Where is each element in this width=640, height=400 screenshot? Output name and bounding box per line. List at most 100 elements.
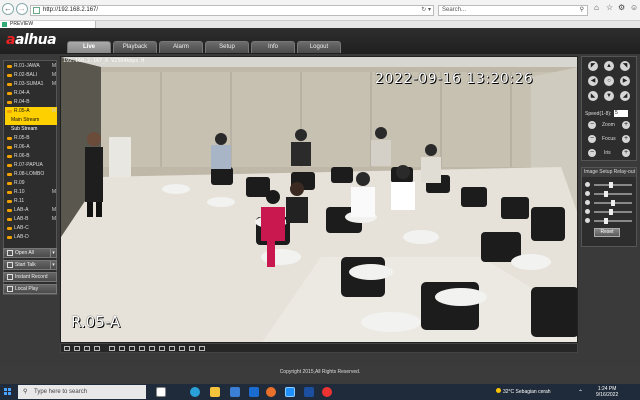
- layout-4-icon[interactable]: [84, 346, 90, 351]
- fullscreen-icon[interactable]: [64, 346, 70, 351]
- focus-far-icon[interactable]: +: [622, 135, 630, 143]
- camera-item[interactable]: R.01-JAWA M: [5, 62, 57, 71]
- file-explorer-icon[interactable]: [210, 387, 220, 397]
- tray-icons[interactable]: ⌃: [578, 389, 583, 396]
- image-setup-tab[interactable]: Image Setup: [584, 169, 612, 175]
- ptz-down-icon[interactable]: ▼: [604, 91, 614, 101]
- fluency-icon[interactable]: [179, 346, 185, 351]
- back-icon[interactable]: ←: [2, 3, 14, 15]
- layout-1-icon[interactable]: [74, 346, 80, 351]
- gear-icon[interactable]: ⚙: [618, 3, 625, 12]
- camera-item[interactable]: R.07-PAPUA: [5, 161, 57, 170]
- fit-icon[interactable]: [159, 346, 165, 351]
- open-all-button[interactable]: Open All ▾: [3, 248, 57, 258]
- camera-item[interactable]: LAB-A M: [5, 206, 57, 215]
- camera-item[interactable]: R.10 M: [5, 188, 57, 197]
- snapshot-icon[interactable]: [119, 346, 125, 351]
- slider-knob[interactable]: [609, 209, 614, 215]
- layout-16-icon[interactable]: [109, 346, 115, 351]
- ptz-up-icon[interactable]: ▲: [604, 61, 614, 71]
- camera-item[interactable]: LAB-D: [5, 233, 57, 242]
- layout-9-icon[interactable]: [94, 346, 100, 351]
- internet-explorer-icon[interactable]: [285, 387, 295, 397]
- chevron-down-icon[interactable]: ▾: [50, 261, 56, 269]
- ptz-left-icon[interactable]: ◀: [588, 76, 598, 86]
- focus-near-icon[interactable]: −: [588, 135, 596, 143]
- zoom-out-icon[interactable]: −: [588, 121, 596, 129]
- ptz-right-icon[interactable]: ▶: [620, 76, 630, 86]
- tab-info[interactable]: Info: [251, 41, 295, 53]
- camera-item[interactable]: R.06-A: [5, 143, 57, 152]
- instant-record-button[interactable]: Instant Record: [3, 272, 57, 282]
- chrome-icon[interactable]: [322, 387, 332, 397]
- slider-knob[interactable]: [609, 182, 614, 188]
- camera-item[interactable]: R.04-A: [5, 89, 57, 98]
- camera-item[interactable]: R.11: [5, 197, 57, 206]
- ptz-center-icon[interactable]: ○: [604, 76, 614, 86]
- refresh-icon[interactable]: ↻ ▾: [421, 6, 431, 15]
- tab-logout[interactable]: Logout: [297, 41, 341, 53]
- contrast-slider[interactable]: [585, 190, 635, 198]
- taskbar-clock[interactable]: 1:24 PM 9/16/2022: [596, 386, 618, 398]
- address-bar[interactable]: http://192.168.2.167/ ↻ ▾: [30, 5, 434, 16]
- firefox-icon[interactable]: [266, 387, 276, 397]
- relay-out-tab[interactable]: Relay-out: [614, 168, 635, 177]
- forward-icon[interactable]: →: [16, 3, 28, 15]
- edge-icon[interactable]: [190, 387, 200, 397]
- camera-item[interactable]: R.05-A M: [5, 107, 57, 116]
- camera-item[interactable]: R.03-SUMA1 M: [5, 80, 57, 89]
- ptz-down-left-icon[interactable]: ◣: [588, 91, 598, 101]
- iris-close-icon[interactable]: −: [588, 149, 596, 157]
- store-icon[interactable]: [230, 387, 240, 397]
- saturation-slider[interactable]: [585, 208, 635, 216]
- weather-widget[interactable]: 32°C Sebagian cerah: [496, 384, 551, 400]
- reset-button[interactable]: Reset: [594, 228, 620, 237]
- camera-item[interactable]: R.08-LOMBO: [5, 170, 57, 179]
- iris-open-icon[interactable]: +: [622, 149, 630, 157]
- task-view-icon[interactable]: [156, 387, 166, 397]
- local-play-button[interactable]: Local Play: [3, 284, 57, 294]
- ptz-up-right-icon[interactable]: ◥: [620, 61, 630, 71]
- window-icon[interactable]: [189, 346, 195, 351]
- camera-item[interactable]: R.05-B: [5, 134, 57, 143]
- tab-preview[interactable]: PREVIEW: [0, 21, 96, 28]
- speed-select[interactable]: 5: [614, 110, 628, 117]
- camera-item[interactable]: LAB-C: [5, 224, 57, 233]
- favorites-icon[interactable]: ☆: [606, 3, 613, 12]
- start-talk-button[interactable]: Start Talk ▾: [3, 260, 57, 270]
- camera-item[interactable]: R.09: [5, 179, 57, 188]
- browser-search-input[interactable]: Search... ⚲: [438, 5, 588, 16]
- tab-playback[interactable]: Playback: [113, 41, 157, 53]
- home-icon[interactable]: ⌂: [594, 3, 599, 12]
- ptz-up-left-icon[interactable]: ◤: [588, 61, 598, 71]
- slider-track[interactable]: [594, 193, 632, 195]
- sub-stream-option[interactable]: Sub Stream: [5, 125, 57, 134]
- record-icon[interactable]: [129, 346, 135, 351]
- tab-live[interactable]: Live: [67, 41, 111, 53]
- chevron-down-icon[interactable]: ▾: [50, 249, 56, 257]
- slider-knob[interactable]: [604, 218, 609, 224]
- slider-knob[interactable]: [611, 200, 615, 206]
- zoom-icon[interactable]: [139, 346, 145, 351]
- camera-item[interactable]: LAB-B M: [5, 215, 57, 224]
- ptz-down-right-icon[interactable]: ◢: [620, 91, 630, 101]
- smiley-icon[interactable]: ☺: [630, 3, 638, 12]
- live-video-feed[interactable]: 192.168.2.167_6 V2304kbps H 2022-09-16 1…: [60, 56, 578, 343]
- zoom-in-icon[interactable]: +: [622, 121, 630, 129]
- camera-item[interactable]: R.04-B: [5, 98, 57, 107]
- windows-start-icon[interactable]: [4, 388, 12, 396]
- brightness-slider[interactable]: [585, 181, 635, 189]
- hue-slider[interactable]: [585, 199, 635, 207]
- mail-icon[interactable]: [249, 387, 259, 397]
- slider-track[interactable]: [594, 220, 632, 222]
- main-stream-option[interactable]: Main Stream: [5, 116, 57, 125]
- camera-item[interactable]: R.06-B: [5, 152, 57, 161]
- flip-icon[interactable]: [199, 346, 205, 351]
- camera-item[interactable]: R.02-BALI M: [5, 71, 57, 80]
- tab-setup[interactable]: Setup: [205, 41, 249, 53]
- audio-icon[interactable]: [149, 346, 155, 351]
- taskbar-search-input[interactable]: ⚲ Type here to search: [18, 385, 146, 399]
- word-icon[interactable]: [304, 387, 314, 397]
- slider-knob[interactable]: [604, 191, 609, 197]
- tab-alarm[interactable]: Alarm: [159, 41, 203, 53]
